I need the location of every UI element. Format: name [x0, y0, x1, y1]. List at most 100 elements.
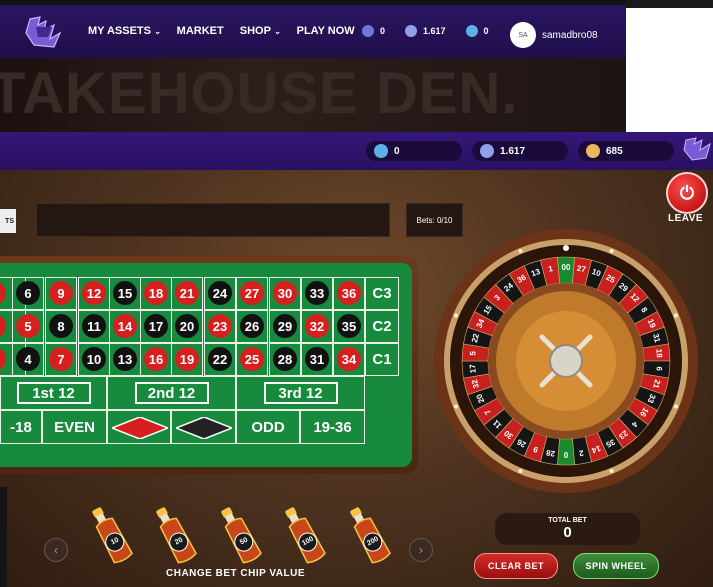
username: samadbro08	[542, 29, 598, 41]
number-ball: 9	[49, 281, 73, 305]
chip-100[interactable]: 100	[281, 503, 327, 567]
number-ball: 32	[305, 314, 329, 338]
dozen-label: 1st 12	[16, 382, 91, 404]
number-ball: 35	[337, 314, 361, 338]
stat-syringe: 0	[465, 25, 489, 37]
number-ball: 17	[144, 314, 168, 338]
syringe-icon	[465, 25, 478, 37]
hero-banner: TAKEHOUSE DEN.	[0, 58, 626, 132]
bottle-chip-icon	[92, 507, 133, 564]
wheel-number: 00	[562, 263, 571, 272]
number-ball: 34	[337, 347, 361, 371]
rim-stud	[609, 249, 614, 254]
rim-stud	[518, 249, 523, 254]
total-bet-value: 0	[563, 524, 572, 541]
power-icon: ⏻	[679, 182, 695, 203]
dozen-label: 3rd 12	[263, 382, 338, 404]
game-logo	[683, 137, 711, 161]
number-ball: 31	[305, 347, 329, 371]
bottle-icon	[586, 144, 600, 158]
roulette-wheel: 00 27 102529128193118621331642335142028926…	[434, 229, 698, 493]
number-ball: 6	[16, 281, 40, 305]
wheel-number: 0	[563, 450, 568, 459]
number-ball: 12	[82, 281, 106, 305]
chip-prev-button[interactable]: ‹	[44, 538, 68, 562]
chip-200[interactable]: 200	[346, 503, 392, 567]
chip-caption: CHANGE BET CHIP VALUE	[166, 568, 306, 579]
top-strip	[626, 0, 713, 8]
number-ball: 36	[337, 281, 361, 305]
bottle-chip-icon	[156, 507, 197, 564]
nav-play-now[interactable]: PLAY NOW	[297, 25, 355, 37]
chip-20[interactable]: 20	[152, 503, 198, 567]
number-ball: 7	[49, 347, 73, 371]
number-ball: 10	[82, 347, 106, 371]
number-ball: 8	[49, 314, 73, 338]
resource-value: 1.617	[500, 145, 526, 157]
total-bet-box: TOTAL BET 0	[495, 513, 640, 545]
number-ball: 26	[240, 314, 264, 338]
token-icon	[362, 25, 374, 37]
outside-label: 19-36	[313, 418, 352, 436]
number-ball: 28	[273, 347, 297, 371]
chip-50[interactable]: 50	[217, 503, 263, 567]
number-ball: 13	[113, 347, 137, 371]
nav-stats: 0 1.617 0	[362, 25, 489, 37]
wheel-ball	[563, 245, 569, 251]
user-menu[interactable]: SA samadbro08	[510, 22, 598, 48]
clear-bet-button[interactable]: CLEAR BET	[474, 553, 558, 579]
number-ball: 23	[208, 314, 232, 338]
rim-stud	[454, 313, 459, 318]
column-label: C3	[372, 285, 392, 302]
resource-value: 685	[606, 145, 623, 157]
bets-tab[interactable]: TS	[0, 209, 16, 233]
number-ball: 14	[113, 314, 137, 338]
stat-bike: 1.617	[405, 25, 446, 37]
chevron-down-icon: ⌄	[273, 26, 281, 36]
left-edge	[0, 487, 7, 587]
nav-market[interactable]: MARKET	[177, 25, 224, 37]
chip-10[interactable]: 10	[88, 503, 134, 567]
wheel-number: 17	[468, 363, 478, 373]
rim-stud	[673, 404, 678, 409]
outside-label: ODD	[251, 418, 285, 436]
number-ball: 5	[16, 314, 40, 338]
bottle-chip-icon	[350, 507, 391, 564]
column-label: C1	[372, 351, 392, 368]
number-ball: 20	[175, 314, 199, 338]
banner-title: TAKEHOUSE DEN.	[0, 61, 519, 126]
number-ball: 27	[240, 281, 264, 305]
bike-icon	[405, 25, 418, 37]
outside-label: EVEN	[54, 418, 95, 436]
column-label: C2	[372, 318, 392, 335]
number-ball: 11	[82, 314, 106, 338]
nav-my-assets[interactable]: MY ASSETS ⌄	[88, 25, 161, 37]
rim-stud	[454, 404, 459, 409]
resource-bottle: 685	[578, 141, 674, 161]
number-ball: 4	[16, 347, 40, 371]
game-resource-bar: 0 1.617 685	[0, 132, 713, 170]
resource-value: 0	[394, 145, 400, 157]
number-ball: 19	[175, 347, 199, 371]
rim-stud	[518, 468, 523, 473]
rim-stud	[673, 313, 678, 318]
nav-shop[interactable]: SHOP ⌄	[240, 25, 281, 37]
number-ball: 29	[273, 314, 297, 338]
bottle-chip-icon	[221, 507, 262, 564]
total-bet-label: TOTAL BET	[548, 517, 587, 524]
spin-wheel-button[interactable]: SPIN WHEEL	[573, 553, 659, 579]
top-navbar: MY ASSETS ⌄ MARKET SHOP ⌄ PLAY NOW 0 1.617…	[0, 0, 626, 58]
number-ball: 30	[273, 281, 297, 305]
bike-icon	[480, 144, 494, 158]
rim-stud	[609, 468, 614, 473]
leave-button[interactable]: ⏻	[666, 172, 708, 214]
black-diamond	[176, 417, 232, 439]
stat-token: 0	[362, 25, 385, 37]
chip-next-button[interactable]: ›	[409, 538, 433, 562]
outside-label: -18	[10, 418, 32, 436]
red-diamond	[112, 417, 168, 439]
site-logo[interactable]	[24, 15, 66, 49]
dozen-label: 2nd 12	[134, 382, 209, 404]
number-ball: 33	[305, 281, 329, 305]
message-display	[36, 203, 390, 237]
